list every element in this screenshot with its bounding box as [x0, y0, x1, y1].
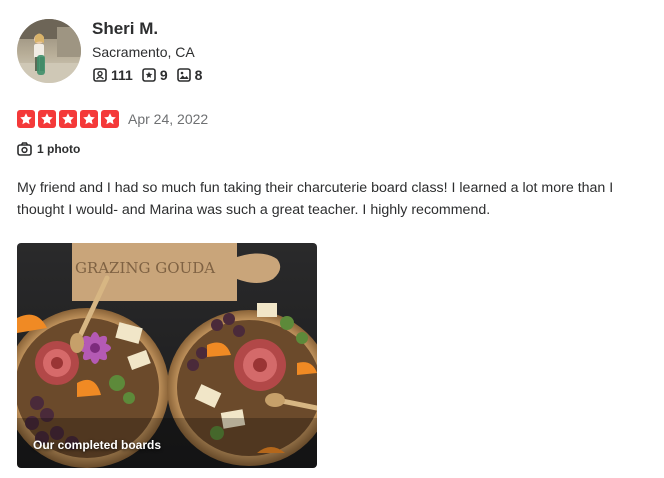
friends-icon [93, 68, 107, 82]
photo-count-label: 1 photo [37, 142, 81, 156]
friends-count: 111 [111, 67, 133, 83]
photos-count: 8 [194, 67, 203, 83]
photo-caption: Our completed boards [33, 438, 162, 452]
photo-icon [176, 68, 191, 82]
user-stats: 111 9 8 [93, 66, 211, 84]
avatar[interactable] [17, 19, 81, 83]
star-icon [80, 110, 98, 128]
star-icon [59, 110, 77, 128]
friends-stat: 111 [93, 66, 133, 84]
user-name[interactable]: Sheri M. [92, 19, 158, 39]
star-icon [17, 110, 35, 128]
user-location: Sacramento, CA [92, 44, 195, 60]
star-rating [17, 110, 122, 128]
reviews-stat: 9 [142, 66, 168, 84]
review-star-icon [142, 68, 156, 82]
photos-stat: 8 [176, 66, 203, 84]
review-text: My friend and I had so much fun taking t… [17, 180, 614, 218]
review-card: Sheri M. Sacramento, CA 111 9 8 Apr 24, … [0, 0, 664, 478]
reviews-count: 9 [159, 67, 168, 83]
photo-board-lettering: GRAZING GOUDA [75, 259, 215, 277]
star-icon [38, 110, 56, 128]
photo-count-link[interactable]: 1 photo [17, 142, 80, 156]
review-photo[interactable]: GRAZING GOUDA Our completed boards [17, 243, 317, 468]
star-icon [101, 110, 119, 128]
camera-icon [17, 142, 32, 156]
review-date: Apr 24, 2022 [128, 111, 209, 127]
rating-row: Apr 24, 2022 [17, 110, 208, 128]
